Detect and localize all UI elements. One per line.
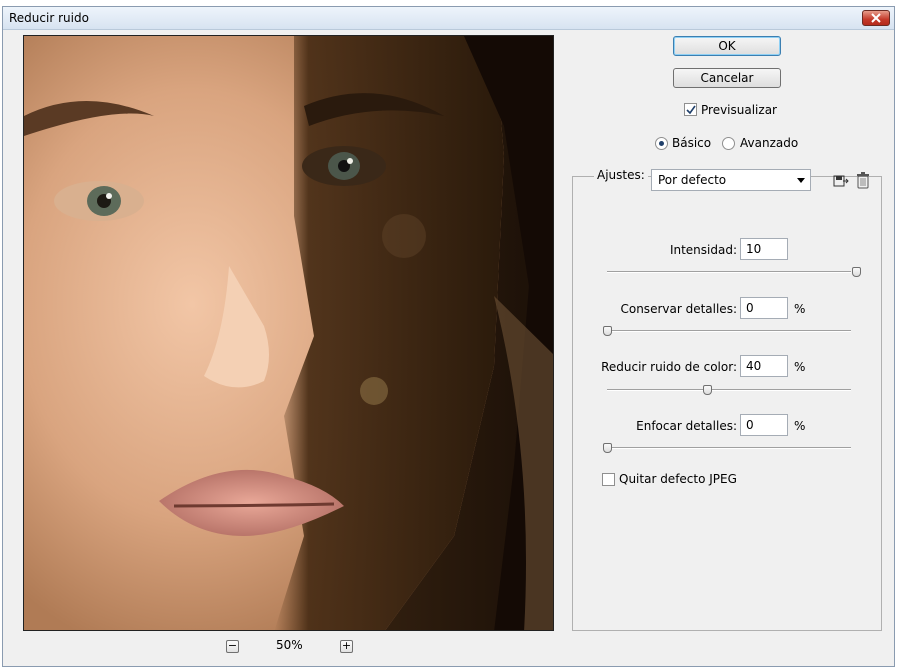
preview-label: Previsualizar bbox=[701, 103, 777, 117]
preserve-details-slider[interactable] bbox=[607, 330, 851, 332]
color-noise-unit: % bbox=[794, 360, 806, 374]
color-noise-slider[interactable] bbox=[607, 389, 851, 391]
preserve-details-input[interactable]: 0 bbox=[740, 297, 788, 319]
sharpen-details-input[interactable]: 0 bbox=[740, 414, 788, 436]
zoom-controls: − 50% + bbox=[226, 638, 356, 656]
color-noise-label: Reducir ruido de color: bbox=[601, 360, 737, 374]
preserve-details-label: Conservar detalles: bbox=[620, 302, 737, 316]
advanced-label: Avanzado bbox=[740, 136, 799, 150]
intensity-label: Intensidad: bbox=[669, 243, 737, 257]
zoom-level: 50% bbox=[276, 638, 303, 652]
preserve-details-slider-thumb[interactable] bbox=[603, 326, 612, 336]
window-title: Reducir ruido bbox=[9, 11, 89, 25]
color-noise-input[interactable]: 40 bbox=[740, 355, 788, 377]
basic-radio[interactable] bbox=[655, 137, 668, 150]
zoom-in-button[interactable]: + bbox=[340, 640, 353, 653]
zoom-out-button[interactable]: − bbox=[226, 640, 239, 653]
sharpen-details-label: Enfocar detalles: bbox=[636, 419, 737, 433]
advanced-radio[interactable] bbox=[722, 137, 735, 150]
intensity-slider[interactable] bbox=[607, 271, 851, 273]
sharpen-details-slider[interactable] bbox=[607, 447, 851, 449]
close-button[interactable] bbox=[862, 10, 890, 26]
sharpen-details-unit: % bbox=[794, 419, 806, 433]
checkmark-icon bbox=[686, 105, 696, 115]
color-noise-slider-thumb[interactable] bbox=[702, 385, 712, 395]
close-icon bbox=[871, 13, 881, 23]
portrait-photo bbox=[24, 36, 553, 630]
delete-settings-icon[interactable] bbox=[856, 172, 870, 189]
intensity-input[interactable]: 10 bbox=[740, 238, 788, 260]
save-settings-icon[interactable] bbox=[833, 173, 849, 189]
preview-checkbox[interactable] bbox=[684, 103, 697, 116]
preserve-details-unit: % bbox=[794, 302, 806, 316]
title-bar: Reducir ruido bbox=[3, 7, 894, 30]
settings-select[interactable]: Por defecto bbox=[651, 169, 811, 191]
intensity-slider-thumb[interactable] bbox=[852, 267, 861, 277]
chevron-down-icon bbox=[797, 178, 805, 183]
jpeg-artifact-checkbox[interactable] bbox=[602, 473, 615, 486]
jpeg-artifact-label: Quitar defecto JPEG bbox=[619, 472, 737, 486]
settings-label: Ajustes: bbox=[594, 168, 648, 182]
settings-value: Por defecto bbox=[658, 173, 727, 187]
ok-button[interactable]: OK bbox=[673, 36, 781, 56]
basic-label: Básico bbox=[672, 136, 712, 150]
image-preview[interactable] bbox=[23, 35, 554, 631]
sharpen-details-slider-thumb[interactable] bbox=[603, 443, 612, 453]
cancel-button[interactable]: Cancelar bbox=[673, 68, 781, 88]
